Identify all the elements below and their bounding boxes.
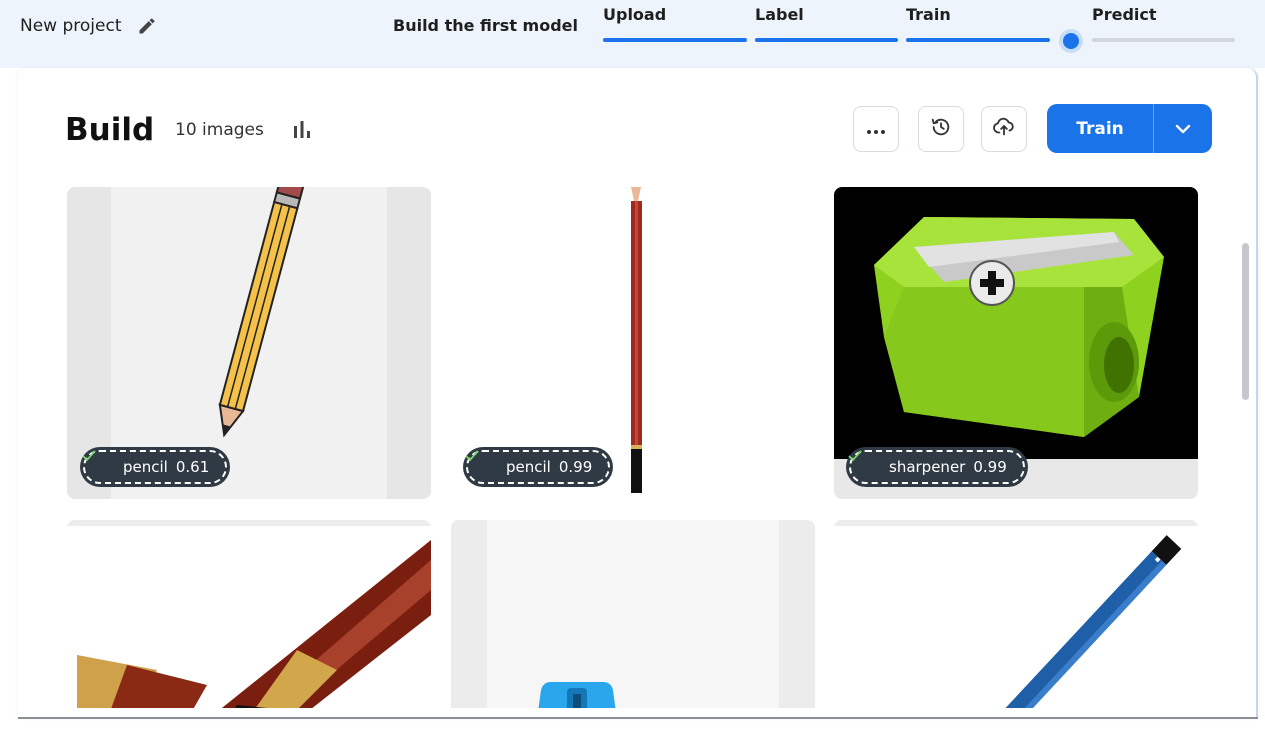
prediction-badge: pencil 0.61 [81, 448, 230, 486]
image-grid: pencil 0.61 pencil 0.99 sharpener 0.99 [67, 187, 1217, 708]
image-blue-sharpener [451, 520, 815, 708]
prediction-label: pencil [123, 458, 168, 476]
step-label: Upload [603, 5, 667, 24]
chevron-down-icon [1175, 119, 1191, 138]
check-icon [848, 450, 881, 475]
history-icon [930, 116, 952, 142]
check-icon [82, 450, 115, 475]
project-title-group: New project [20, 13, 158, 39]
image-tile[interactable] [67, 520, 431, 708]
step-progress-bar [755, 38, 898, 42]
current-step-indicator [1063, 33, 1079, 49]
step-progress-bar [1092, 38, 1235, 42]
bar-chart-icon[interactable] [292, 120, 312, 140]
step-label: Train [906, 5, 951, 24]
train-button[interactable]: Train [1047, 104, 1154, 153]
prediction-badge: pencil 0.99 [464, 448, 613, 486]
step-progress-bar [906, 38, 1050, 42]
step-label: Predict [1092, 5, 1157, 24]
history-button[interactable] [918, 106, 964, 152]
cloud-upload-icon [993, 117, 1015, 141]
image-tile[interactable]: sharpener 0.99 [834, 187, 1198, 499]
image-count: 10 images [175, 120, 264, 140]
image-fountain-pen [67, 520, 431, 708]
more-options-button[interactable] [853, 106, 899, 152]
check-icon [465, 450, 498, 475]
prediction-score: 0.61 [175, 458, 210, 476]
prediction-badge: sharpener 0.99 [847, 448, 1027, 486]
train-options-toggle[interactable] [1154, 104, 1212, 153]
project-name: New project [20, 16, 122, 36]
prediction-label: sharpener [889, 458, 966, 476]
bottom-divider [18, 717, 1258, 719]
step-label: Label [755, 5, 804, 24]
prediction-score: 0.99 [558, 458, 593, 476]
train-split-button[interactable]: Train [1047, 104, 1212, 153]
image-tile[interactable]: pencil 0.99 [451, 187, 815, 499]
prediction-label: pencil [506, 458, 551, 476]
image-tile[interactable]: pencil 0.61 [67, 187, 431, 499]
step-progress-bar [603, 38, 747, 42]
more-horizontal-icon [866, 120, 886, 139]
scrollbar-thumb[interactable] [1242, 243, 1249, 400]
image-staedtler-pencil [834, 520, 1198, 708]
prediction-score: 0.99 [973, 458, 1007, 476]
page-title: Build [65, 112, 155, 148]
upload-button[interactable] [981, 106, 1027, 152]
top-bar: New project Build the first model Upload… [0, 0, 1265, 68]
pencil-icon[interactable] [136, 15, 158, 37]
image-tile[interactable] [834, 520, 1198, 708]
steps-title: Build the first model [393, 16, 578, 35]
image-tile[interactable] [451, 520, 815, 708]
build-card: Build 10 images Train pencil 0.61 pencil… [18, 68, 1258, 718]
